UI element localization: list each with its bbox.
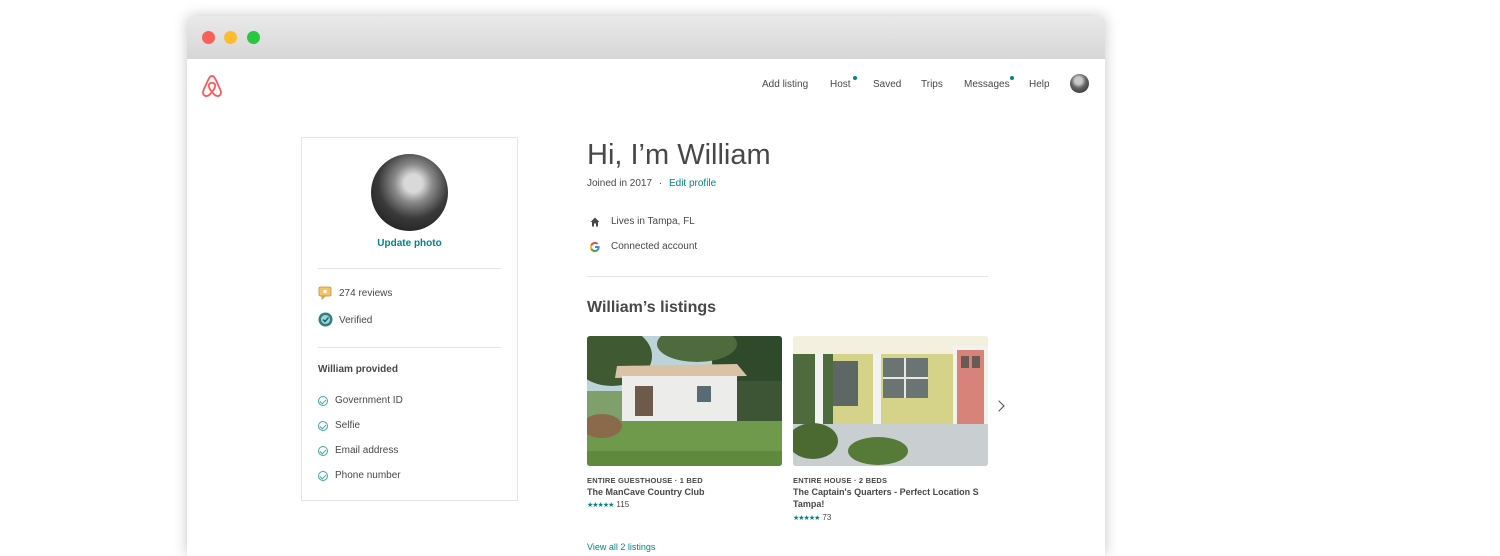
divider: [587, 276, 988, 277]
listing-type: ENTIRE HOUSE · 2 BEDS: [793, 476, 888, 485]
listing-photo[interactable]: [587, 336, 782, 466]
check-circle-icon: [318, 396, 328, 406]
view-all-listings-link[interactable]: View all 2 listings: [587, 542, 655, 552]
listing-title[interactable]: The Captain's Quarters - Perfect Locatio…: [793, 486, 988, 510]
provided-item: Selfie: [335, 420, 361, 431]
maximize-window-button[interactable]: [247, 31, 260, 44]
listings-title: William’s listings: [587, 299, 717, 316]
check-circle-icon: [318, 421, 328, 431]
close-window-button[interactable]: [202, 31, 215, 44]
update-photo-link[interactable]: Update photo: [302, 238, 517, 249]
connected-account-text: Connected account: [611, 241, 698, 252]
nav-trips[interactable]: Trips: [921, 79, 943, 90]
listing-title[interactable]: The ManCave Country Club: [587, 486, 782, 498]
notification-dot: [1010, 76, 1014, 80]
verified-label: Verified: [339, 315, 373, 326]
google-icon: [590, 242, 600, 252]
nav-host[interactable]: Host: [830, 76, 857, 90]
reviews-icon: [318, 286, 332, 300]
provided-item: Phone number: [335, 470, 401, 481]
check-circle-icon: [318, 471, 328, 481]
page-title: Hi, I’m William: [587, 139, 771, 171]
airbnb-logo-icon[interactable]: [201, 74, 223, 98]
minimize-window-button[interactable]: [224, 31, 237, 44]
profile-card: Update photo 274 reviews Verified Willia…: [301, 137, 518, 501]
profile-photo: [371, 154, 448, 231]
divider: [318, 268, 501, 269]
house-icon: [590, 217, 600, 227]
window-titlebar: [187, 16, 1105, 60]
review-count: 115: [616, 500, 630, 509]
browser-window: Add listing Host Saved Trips Messages He…: [187, 16, 1105, 556]
provided-item: Email address: [335, 445, 399, 456]
listing-rating: ★★★★★ 115: [587, 500, 629, 509]
listing-photo[interactable]: [793, 336, 988, 466]
joined-line: Joined in 2017 · Edit profile: [587, 178, 716, 189]
provided-title: William provided: [318, 364, 398, 375]
reviews-count[interactable]: 274 reviews: [339, 288, 392, 299]
nav-saved[interactable]: Saved: [873, 79, 901, 90]
nav-help[interactable]: Help: [1029, 79, 1050, 90]
chevron-right-icon[interactable]: [993, 400, 1005, 412]
listing-type: ENTIRE GUESTHOUSE · 1 BED: [587, 476, 703, 485]
divider: [318, 347, 501, 348]
verified-badge-icon: [318, 312, 333, 327]
star-rating-icon: ★★★★★: [587, 502, 614, 509]
page-content: Add listing Host Saved Trips Messages He…: [187, 59, 1105, 556]
provided-item: Government ID: [335, 395, 403, 406]
edit-profile-link[interactable]: Edit profile: [669, 178, 716, 189]
listing-rating: ★★★★★ 73: [793, 513, 831, 522]
nav-messages-label: Messages: [964, 79, 1010, 90]
review-count: 73: [822, 513, 832, 522]
notification-dot: [853, 76, 857, 80]
separator-dot: ·: [658, 178, 663, 189]
joined-date: Joined in 2017: [587, 178, 653, 189]
star-rating-icon: ★★★★★: [793, 515, 820, 522]
user-avatar[interactable]: [1070, 74, 1089, 93]
nav-host-label: Host: [830, 79, 851, 90]
nav-messages[interactable]: Messages: [964, 76, 1014, 90]
nav-add-listing[interactable]: Add listing: [762, 79, 808, 90]
check-circle-icon: [318, 446, 328, 456]
lives-in-text: Lives in Tampa, FL: [611, 216, 695, 227]
